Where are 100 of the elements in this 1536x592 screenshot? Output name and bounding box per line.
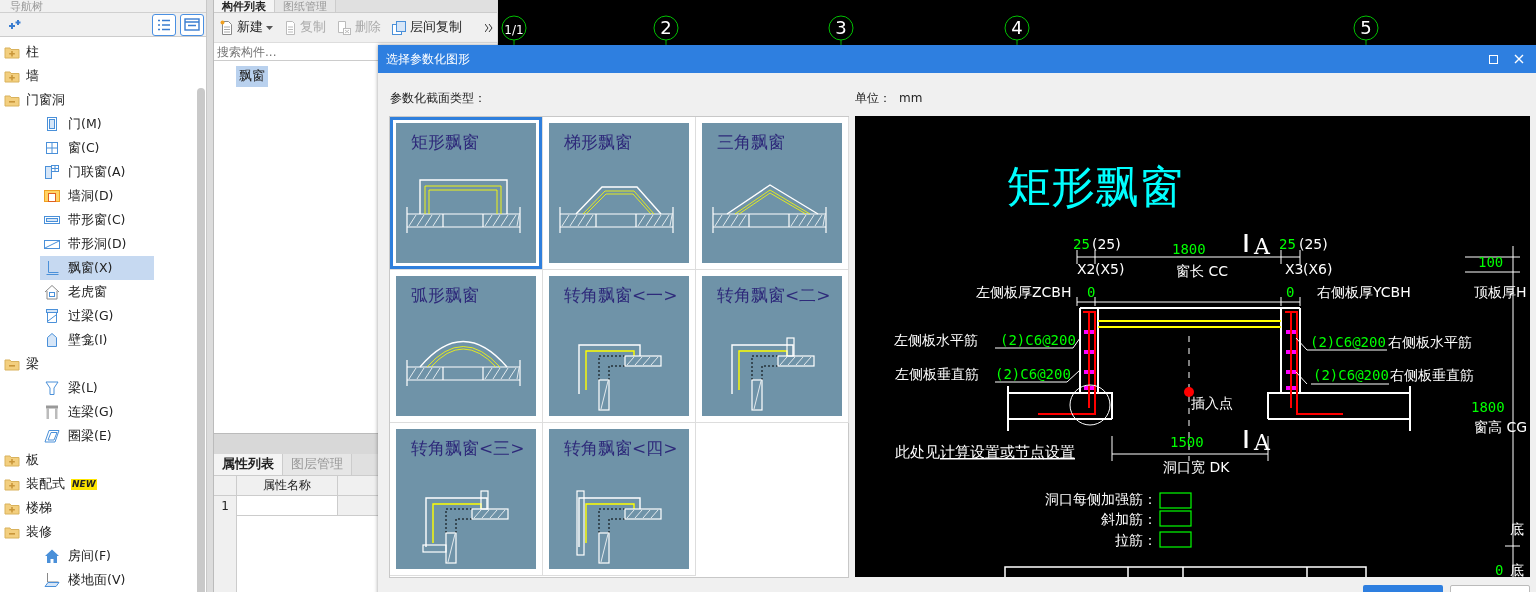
tree-item[interactable]: 窗(C) xyxy=(40,136,154,160)
tree-item[interactable]: 门(M) xyxy=(40,112,154,136)
tree-item[interactable]: 墙洞(D) xyxy=(40,184,154,208)
drawing-label: 右侧板垂直筋 xyxy=(1390,367,1474,383)
sparkle-icon[interactable] xyxy=(8,18,22,31)
tree-item-label: 连梁(G) xyxy=(68,403,114,421)
dimension-value: 1800 xyxy=(1471,399,1505,415)
category-label: 柱 xyxy=(26,43,39,61)
folder-plus-icon xyxy=(4,477,20,491)
category-label: 梁 xyxy=(26,355,39,373)
drawing-label: (X6) xyxy=(1303,261,1333,277)
tree-item-label: 带形洞(D) xyxy=(68,235,127,253)
coupling-beam-icon xyxy=(44,404,60,420)
field-label: 斜加筋： xyxy=(1101,511,1157,527)
axis-label: 5 xyxy=(1360,17,1372,38)
drawing-label: 右侧板水平筋 xyxy=(1388,334,1472,350)
tree-item[interactable]: 门联窗(A) xyxy=(40,160,154,184)
axis-label: 1/1 xyxy=(504,23,524,37)
dimension-value: 25 xyxy=(1279,236,1296,252)
category-label: 装修 xyxy=(26,523,52,541)
category-label: 墙 xyxy=(26,67,39,85)
unit-label: 单位： xyxy=(855,89,891,107)
tree-item-label: 带形窗(C) xyxy=(68,211,126,229)
panel-tab[interactable]: 属性列表 xyxy=(214,454,283,475)
unit-value: mm xyxy=(899,91,923,105)
lintel-icon xyxy=(44,308,60,324)
tree-category[interactable]: 楼梯 xyxy=(0,496,197,520)
column-header: 属性名称 xyxy=(237,476,338,496)
component-item[interactable]: 飘窗 xyxy=(236,66,268,87)
toolbar-button[interactable]: 层间复制 xyxy=(389,19,464,36)
field-label: 拉筋： xyxy=(1115,532,1157,548)
drawing-label: (X5) xyxy=(1095,261,1125,277)
note-text: 此处见计算设置或节点设置 xyxy=(895,443,1075,461)
drawing-label: 左侧板厚ZCBH xyxy=(976,284,1072,300)
overflow-icon[interactable] xyxy=(485,23,493,32)
tree-item-label: 飘窗(X) xyxy=(68,259,113,277)
field-label: 洞口每侧加强筋： xyxy=(1045,491,1157,507)
drawing-label: 左侧板水平筋 xyxy=(894,332,978,348)
folder-plus-icon xyxy=(4,453,20,467)
shape-option[interactable]: 矩形飘窗 xyxy=(390,117,542,269)
tree-category[interactable]: 装修 xyxy=(0,520,197,544)
drawing-label: 窗高 CG xyxy=(1474,419,1528,435)
tree-category[interactable]: 柱 xyxy=(0,40,197,64)
tree-item[interactable]: 房间(F) xyxy=(40,544,154,568)
tree-item[interactable]: 带形窗(C) xyxy=(40,208,154,232)
tree-item-label: 圈梁(E) xyxy=(68,427,112,445)
delete-icon xyxy=(336,19,352,36)
settings-link[interactable]: 计算设置或节点设置 xyxy=(940,443,1075,461)
tree-item[interactable]: 梁(L) xyxy=(40,376,154,400)
tree-category[interactable]: 装配式 NEW xyxy=(0,472,197,496)
axis-marker xyxy=(501,15,527,41)
tree-item-label: 壁龛(I) xyxy=(68,331,108,349)
wall-opening-icon xyxy=(44,188,60,204)
tree-item-label: 老虎窗 xyxy=(68,283,107,301)
tree-item[interactable]: 连梁(G) xyxy=(40,400,154,424)
section-mark: A xyxy=(1254,234,1270,259)
door-icon xyxy=(44,116,60,132)
tree-category[interactable]: 门窗洞 xyxy=(0,88,197,112)
beam-icon xyxy=(44,380,60,396)
dimension-value: 100 xyxy=(1478,254,1504,270)
maximize-icon xyxy=(1488,54,1498,64)
panel-title: 导航树 xyxy=(0,0,206,13)
folder-plus-icon xyxy=(4,45,20,59)
axis-marker xyxy=(653,15,679,41)
folder-minus-icon xyxy=(4,525,20,539)
tree-item[interactable]: 飘窗(X) xyxy=(40,256,154,280)
tree-item[interactable]: 圈梁(E) xyxy=(40,424,154,448)
toolbar-button[interactable]: 新建 xyxy=(218,19,275,36)
tree-item-label: 楼地面(V) xyxy=(68,571,126,589)
tree-item[interactable]: 楼地面(V) xyxy=(40,568,154,592)
list-icon xyxy=(157,18,171,31)
layers-copy-icon xyxy=(391,19,407,36)
tree-item[interactable]: 带形洞(D) xyxy=(40,232,154,256)
tree-item-label: 墙洞(D) xyxy=(68,187,114,205)
panel-tab[interactable]: 构件列表 xyxy=(214,0,275,12)
tree-item[interactable]: 老虎窗 xyxy=(40,280,154,304)
category-label: 板 xyxy=(26,451,39,469)
tree-item[interactable]: 过梁(G) xyxy=(40,304,154,328)
tree-category[interactable]: 梁 xyxy=(0,352,197,376)
axis-marker xyxy=(1353,15,1379,41)
scrollbar[interactable] xyxy=(197,88,205,592)
dimension-value: 25 xyxy=(1073,236,1090,252)
section-mark: A xyxy=(1254,430,1270,455)
tree-item[interactable]: 壁龛(I) xyxy=(40,328,154,352)
drawing-label: 顶板厚H xyxy=(1474,284,1527,300)
new-badge: NEW xyxy=(71,478,97,490)
dimension-value: 1500 xyxy=(1170,434,1204,450)
dimension-value: (2)C6@200 xyxy=(995,366,1071,382)
close-icon xyxy=(1514,54,1524,64)
table-cell[interactable] xyxy=(338,496,379,516)
drawing-label: 底 xyxy=(1510,562,1524,577)
window-panel-icon xyxy=(184,18,200,31)
list-view-button[interactable] xyxy=(152,13,176,36)
tree-item-label: 过梁(G) xyxy=(68,307,114,325)
drawing-label: 洞口宽 DK xyxy=(1163,459,1230,475)
dimension-value: 0 xyxy=(1495,562,1504,577)
tree-category[interactable]: 板 xyxy=(0,448,197,472)
tree-category[interactable]: 墙 xyxy=(0,64,197,88)
door-window-icon xyxy=(44,164,60,180)
card-view-button[interactable] xyxy=(180,13,204,36)
